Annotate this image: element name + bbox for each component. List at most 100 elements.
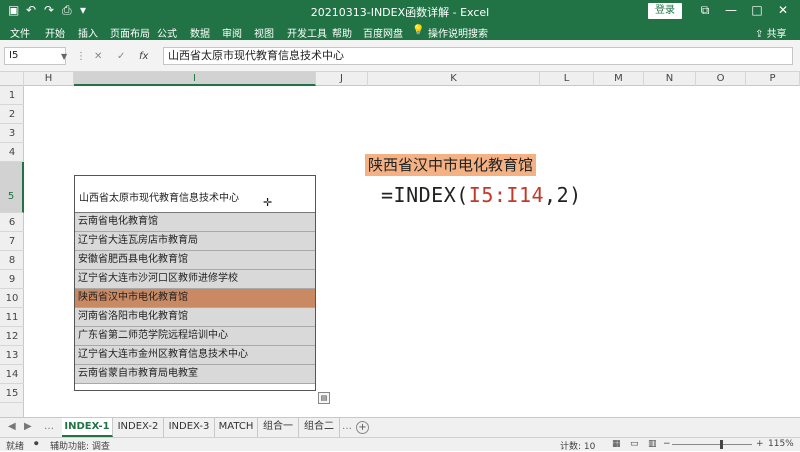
cross-cursor-icon: ✛: [263, 196, 273, 209]
column-headers: H I J K L M N O P: [0, 72, 800, 86]
maximize-icon[interactable]: □: [748, 2, 766, 18]
cancel-icon[interactable]: ✕: [94, 51, 102, 62]
row-header[interactable]: 7: [0, 232, 24, 251]
tab-insert[interactable]: 插入: [78, 25, 98, 40]
row-header[interactable]: 10: [0, 289, 24, 308]
next-sheet-icon[interactable]: ▶: [24, 421, 32, 432]
tab-developer[interactable]: 开发工具: [287, 25, 327, 40]
result-cell[interactable]: 陕西省汉中市电化教育馆: [365, 154, 537, 176]
row-header[interactable]: 3: [0, 124, 24, 143]
more-sheets-icon[interactable]: …: [44, 421, 54, 432]
more-options-icon[interactable]: ⋮: [76, 51, 86, 62]
normal-view-icon[interactable]: ▦: [612, 439, 621, 449]
sheet-tab-index-2[interactable]: INDEX-2: [113, 418, 164, 437]
ribbon-display-icon[interactable]: ⧉: [696, 2, 714, 18]
page-break-view-icon[interactable]: ▥: [648, 439, 657, 449]
row-headers: 1 2 3 4 5 6 7 8 9 10 11 12 13 14 15: [0, 86, 24, 417]
row-header[interactable]: 15: [0, 384, 24, 403]
accessibility-status[interactable]: 辅助功能: 调查: [50, 439, 110, 452]
minimize-icon[interactable]: —: [722, 2, 740, 18]
column-header-i[interactable]: I: [74, 72, 316, 86]
row-header[interactable]: 1: [0, 86, 24, 105]
sheet-tab-match[interactable]: MATCH: [215, 418, 258, 437]
worksheet-grid[interactable]: H I J K L M N O P 1 2 3 4 5 6 7 8 9 10 1…: [0, 72, 800, 417]
share-button[interactable]: ⇪ 共享: [755, 25, 787, 40]
column-header-j[interactable]: J: [316, 72, 368, 86]
select-all-corner[interactable]: [0, 72, 24, 86]
row-header[interactable]: 2: [0, 105, 24, 124]
tab-formulas[interactable]: 公式: [157, 25, 177, 40]
name-box-value: I5: [9, 50, 19, 61]
table-row[interactable]: 辽宁省大连瓦房店市教育局: [75, 232, 315, 251]
formula-input[interactable]: 山西省太原市现代教育信息技术中心: [163, 47, 793, 65]
table-row[interactable]: 云南省电化教育馆: [75, 213, 315, 232]
sheet-tab-index-3[interactable]: INDEX-3: [164, 418, 215, 437]
table-row-highlighted[interactable]: 陕西省汉中市电化教育馆: [75, 289, 315, 308]
paste-options-icon[interactable]: ▤: [318, 392, 330, 404]
tab-file[interactable]: 文件: [10, 25, 30, 40]
status-bar: 就绪 ⏺ 辅助功能: 调查 计数: 10 ▦ ▭ ▥ − + 115%: [0, 437, 800, 452]
add-sheet-button[interactable]: +: [356, 421, 369, 434]
chevron-down-icon[interactable]: ▼: [61, 49, 67, 65]
column-header-l[interactable]: L: [540, 72, 594, 86]
row-header[interactable]: 14: [0, 365, 24, 384]
tab-review[interactable]: 审阅: [222, 25, 242, 40]
column-header-k[interactable]: K: [368, 72, 540, 86]
status-ready: 就绪: [6, 442, 25, 452]
sheet-tab-combo-2[interactable]: 组合二: [299, 418, 340, 437]
table-row[interactable]: 安徽省肥西县电化教育馆: [75, 251, 315, 270]
close-icon[interactable]: ✕: [774, 2, 792, 18]
formula-range-ref: I5:I14: [468, 183, 545, 207]
row-header[interactable]: 9: [0, 270, 24, 289]
column-header-n[interactable]: N: [644, 72, 696, 86]
enter-icon[interactable]: ✓: [117, 51, 125, 62]
tab-help[interactable]: 帮助: [332, 25, 352, 40]
table-row[interactable]: 河南省洛阳市电化教育馆: [75, 308, 315, 327]
row-header[interactable]: 4: [0, 143, 24, 162]
row-header[interactable]: 8: [0, 251, 24, 270]
table-row[interactable]: 广东省第二师范学院远程培训中心: [75, 327, 315, 346]
formula-prefix: =INDEX(: [381, 183, 469, 207]
table-row[interactable]: 云南省蒙自市教育局电教室: [75, 365, 315, 384]
lightbulb-icon: 💡: [412, 25, 425, 36]
macro-record-icon[interactable]: ⏺: [34, 439, 39, 449]
formula-bar: I5 ▼ ⋮ ✕ ✓ fx 山西省太原市现代教育信息技术中心: [0, 40, 800, 72]
tab-page-layout[interactable]: 页面布局: [110, 25, 150, 40]
zoom-in-button[interactable]: +: [756, 439, 764, 449]
row-header-selected[interactable]: 5: [0, 162, 24, 213]
zoom-slider-thumb[interactable]: [720, 440, 723, 449]
column-header-o[interactable]: O: [696, 72, 746, 86]
tab-data[interactable]: 数据: [190, 25, 210, 40]
zoom-slider[interactable]: [672, 444, 752, 445]
row-header[interactable]: 12: [0, 327, 24, 346]
login-button[interactable]: 登录: [648, 3, 682, 19]
sheet-tab-combo-1[interactable]: 组合一: [258, 418, 299, 437]
table-row[interactable]: 辽宁省大连市金州区教育信息技术中心: [75, 346, 315, 365]
sheet-tab-bar: ◀ ▶ … INDEX-1 INDEX-2 INDEX-3 MATCH 组合一 …: [0, 417, 800, 437]
page-layout-view-icon[interactable]: ▭: [630, 439, 639, 449]
ribbon-tabs: 文件 开始 插入 页面布局 公式 数据 审阅 视图 开发工具 帮助 百度网盘 💡…: [0, 22, 800, 40]
more-sheets-right-icon[interactable]: …: [342, 421, 352, 432]
share-label: 共享: [766, 29, 787, 40]
formula-display: =INDEX(I5:I14,2): [381, 183, 582, 207]
tab-view[interactable]: 视图: [254, 25, 274, 40]
zoom-level[interactable]: 115%: [768, 439, 794, 449]
tell-me-search[interactable]: 操作说明搜索: [428, 25, 488, 40]
column-header-h[interactable]: H: [24, 72, 74, 86]
name-box[interactable]: I5 ▼: [4, 47, 67, 65]
table-header-cell[interactable]: 山西省太原市现代教育信息技术中心: [75, 176, 315, 213]
row-header[interactable]: 13: [0, 346, 24, 365]
column-header-m[interactable]: M: [594, 72, 644, 86]
tab-baidu-netdisk[interactable]: 百度网盘: [363, 25, 403, 40]
row-header[interactable]: 11: [0, 308, 24, 327]
sheet-tab-index-1[interactable]: INDEX-1: [62, 418, 113, 437]
tab-home[interactable]: 开始: [45, 25, 65, 40]
status-count: 计数: 10: [560, 442, 596, 452]
column-header-p[interactable]: P: [746, 72, 800, 86]
data-table: 山西省太原市现代教育信息技术中心 ✛ 云南省电化教育馆 辽宁省大连瓦房店市教育局…: [74, 175, 316, 391]
row-header[interactable]: 6: [0, 213, 24, 232]
table-row[interactable]: 辽宁省大连市沙河口区教师进修学校: [75, 270, 315, 289]
insert-function-icon[interactable]: fx: [139, 51, 148, 62]
zoom-out-button[interactable]: −: [663, 439, 671, 449]
prev-sheet-icon[interactable]: ◀: [8, 421, 16, 432]
